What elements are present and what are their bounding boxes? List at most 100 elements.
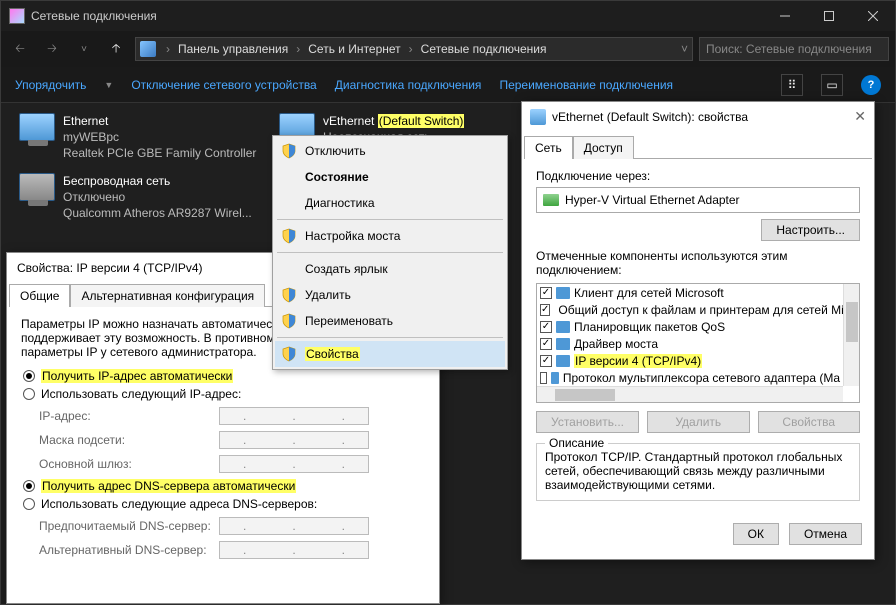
context-menu-item[interactable]: Отключить <box>275 138 505 164</box>
radio-manual-ip[interactable]: Использовать следующий IP-адрес: <box>23 387 425 401</box>
components-list[interactable]: Клиент для сетей Microsoft Общий доступ к… <box>536 283 860 403</box>
tab-access[interactable]: Доступ <box>573 136 634 159</box>
component-row[interactable]: Планировщик пакетов QoS <box>537 318 843 335</box>
connection-sub: Отключено <box>63 189 252 205</box>
cancel-button[interactable]: Отмена <box>789 523 862 545</box>
scrollbar-vertical[interactable] <box>843 284 859 386</box>
checkbox[interactable] <box>540 372 547 384</box>
checkbox[interactable] <box>540 321 552 333</box>
context-menu-item[interactable]: Состояние <box>275 164 505 190</box>
checkbox[interactable] <box>540 355 552 367</box>
tab-general[interactable]: Общие <box>9 284 70 307</box>
arrange-button[interactable]: Упорядочить <box>15 78 86 92</box>
context-menu-item[interactable]: Свойства <box>275 341 505 367</box>
tab-pane: Подключение через: Hyper-V Virtual Ether… <box>522 159 874 511</box>
radio-icon <box>23 370 35 382</box>
folder-icon <box>140 41 156 57</box>
radio-auto-dns[interactable]: Получить адрес DNS-сервера автоматически <box>23 479 425 493</box>
connection-title: Ethernet <box>63 113 256 129</box>
install-button[interactable]: Установить... <box>536 411 639 433</box>
checkbox[interactable] <box>540 338 552 350</box>
dns2-label: Альтернативный DNS-сервер: <box>39 543 211 557</box>
search-input[interactable]: Поиск: Сетевые подключения <box>699 37 889 61</box>
window-title: Сетевые подключения <box>31 9 157 23</box>
component-row[interactable]: Общий доступ к файлам и принтерам для се… <box>537 301 843 318</box>
checkbox[interactable] <box>540 304 550 316</box>
context-menu-label: Отключить <box>305 144 366 158</box>
forward-button[interactable]: 🡢 <box>39 36 65 62</box>
close-button[interactable] <box>851 1 895 31</box>
tab-alt-config[interactable]: Альтернативная конфигурация <box>70 284 265 307</box>
context-menu-item[interactable]: Переименовать <box>275 308 505 334</box>
address-bar[interactable]: › Панель управления › Сеть и Интернет › … <box>135 37 693 61</box>
dialog-header: vEthernet (Default Switch): свойства ✕ <box>522 102 874 131</box>
network-adapter-icon <box>19 113 55 141</box>
connection-sub: myWEBpc <box>63 129 256 145</box>
connect-via-label: Подключение через: <box>536 169 860 183</box>
breadcrumb[interactable]: Сетевые подключения <box>419 41 549 57</box>
component-row[interactable]: Драйвер моста <box>537 335 843 352</box>
checkbox[interactable] <box>540 287 552 299</box>
context-menu-label: Создать ярлык <box>305 262 388 276</box>
context-menu-item[interactable]: Создать ярлык <box>275 256 505 282</box>
connection-item-wireless[interactable]: Беспроводная сеть Отключено Qualcomm Ath… <box>19 173 252 221</box>
dropdown-icon: ▼ <box>104 80 113 90</box>
help-button[interactable]: ? <box>861 75 881 95</box>
context-menu-label: Настройка моста <box>305 229 400 243</box>
properties-button[interactable]: Свойства <box>758 411 861 433</box>
breadcrumb[interactable]: Сеть и Интернет <box>306 41 402 57</box>
radio-auto-ip[interactable]: Получить IP-адрес автоматически <box>23 369 425 383</box>
ok-button[interactable]: ОК <box>733 523 779 545</box>
mask-input: ... <box>219 431 369 449</box>
disable-device-button[interactable]: Отключение сетевого устройства <box>131 78 316 92</box>
component-icon <box>556 287 570 299</box>
nic-properties-dialog: vEthernet (Default Switch): свойства ✕ С… <box>521 101 875 560</box>
tabs: Сеть Доступ <box>524 135 872 159</box>
radio-manual-dns[interactable]: Использовать следующие адреса DNS-сервер… <box>23 497 425 511</box>
close-button[interactable]: ✕ <box>854 108 866 125</box>
description-text: Протокол TCP/IP. Стандартный протокол гл… <box>545 450 851 492</box>
breadcrumb[interactable]: Панель управления <box>176 41 290 57</box>
component-label: Общий доступ к файлам и принтерам для се… <box>558 303 843 317</box>
ip-label: IP-адрес: <box>39 409 211 423</box>
description-label: Описание <box>545 436 608 450</box>
component-icon <box>551 372 559 384</box>
context-menu-label: Переименовать <box>305 314 393 328</box>
view-button-2[interactable]: ▭ <box>821 74 843 96</box>
connection-item-ethernet[interactable]: Ethernet myWEBpc Realtek PCIe GBE Family… <box>19 113 256 161</box>
chevron-down-icon[interactable]: ˅ <box>681 42 688 56</box>
radio-icon <box>23 498 35 510</box>
component-row[interactable]: IP версии 4 (TCP/IPv4) <box>537 352 843 369</box>
chevron-right-icon: › <box>164 42 172 56</box>
gateway-input: ... <box>219 455 369 473</box>
context-menu-item[interactable]: Диагностика <box>275 190 505 216</box>
shield-icon <box>281 346 297 362</box>
context-menu-label: Диагностика <box>305 196 375 210</box>
view-button[interactable]: ⠿ <box>781 74 803 96</box>
up-button[interactable]: 🡡 <box>103 36 129 62</box>
action-bar: Упорядочить ▼ Отключение сетевого устрой… <box>1 67 895 103</box>
remove-button[interactable]: Удалить <box>647 411 750 433</box>
tab-network[interactable]: Сеть <box>524 136 573 159</box>
component-row[interactable]: Клиент для сетей Microsoft <box>537 284 843 301</box>
context-menu-label: Состояние <box>305 170 369 184</box>
back-button[interactable]: 🡠 <box>7 36 33 62</box>
dialog-title: vEthernet (Default Switch): свойства <box>552 110 748 124</box>
rename-button[interactable]: Переименование подключения <box>499 78 673 92</box>
connection-sub: Qualcomm Atheros AR9287 Wirel... <box>63 205 252 221</box>
maximize-button[interactable] <box>807 1 851 31</box>
context-menu-item[interactable]: Удалить <box>275 282 505 308</box>
minimize-button[interactable] <box>763 1 807 31</box>
adapter-icon <box>530 109 546 125</box>
component-icon <box>556 321 570 333</box>
scrollbar-horizontal[interactable] <box>537 386 843 402</box>
diagnose-button[interactable]: Диагностика подключения <box>335 78 482 92</box>
recent-button[interactable]: ˅ <box>71 36 97 62</box>
connection-sub: Realtek PCIe GBE Family Controller <box>63 145 256 161</box>
context-menu-item[interactable]: Настройка моста <box>275 223 505 249</box>
app-icon <box>9 8 25 24</box>
configure-button[interactable]: Настроить... <box>761 219 860 241</box>
component-icon <box>556 355 570 367</box>
component-row[interactable]: Протокол мультиплексора сетевого адаптер… <box>537 369 843 386</box>
shield-icon <box>281 287 297 303</box>
